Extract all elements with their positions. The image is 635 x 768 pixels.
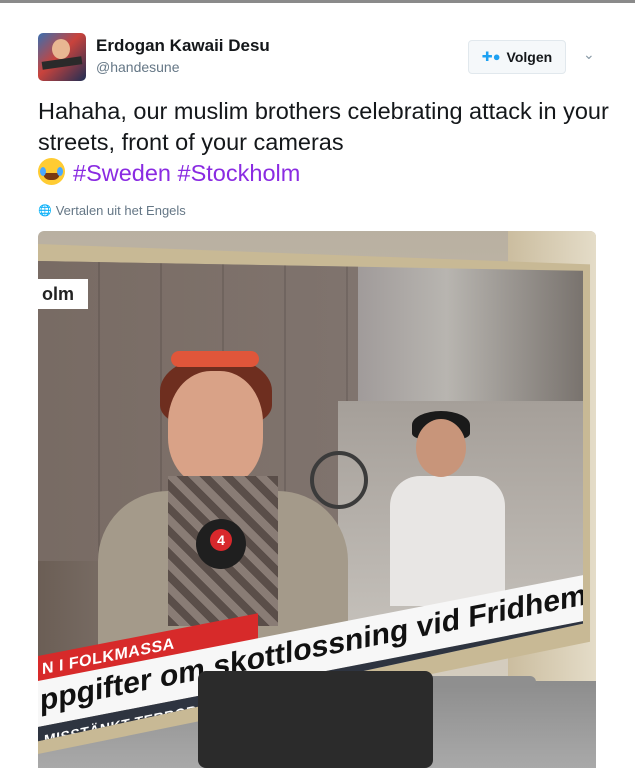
avatar-object bbox=[41, 56, 83, 70]
location-label: olm bbox=[38, 279, 88, 309]
boy-body bbox=[390, 476, 505, 606]
globe-icon: 🌐 bbox=[38, 205, 52, 217]
chevron-down-icon[interactable]: ⌄ bbox=[583, 46, 595, 63]
face-with-tears-of-joy-icon bbox=[38, 158, 65, 185]
tv-stand-foot bbox=[426, 676, 536, 688]
translate-link[interactable]: 🌐 Vertalen uit het Engels bbox=[38, 203, 186, 218]
tweet-body: Hahaha, our muslim brothers celebrating … bbox=[38, 98, 609, 155]
microphone-icon: 4 bbox=[196, 519, 246, 569]
boy-face bbox=[416, 419, 466, 477]
mic-logo: 4 bbox=[210, 529, 232, 551]
tweet-media-photo[interactable]: 4 olm N I FOLKMASSA ppgifter om skottlos… bbox=[38, 231, 596, 768]
author-display-name[interactable]: Erdogan Kawaii Desu bbox=[96, 36, 270, 56]
author-handle[interactable]: @handesune bbox=[96, 59, 180, 75]
avatar[interactable] bbox=[38, 33, 86, 81]
tweet-text: Hahaha, our muslim brothers celebrating … bbox=[38, 96, 618, 189]
add-user-icon: ✚● bbox=[481, 49, 501, 64]
hashtag-stockholm[interactable]: #Stockholm bbox=[178, 160, 301, 186]
avatar-face bbox=[52, 39, 70, 59]
follow-button-label: Volgen bbox=[506, 49, 553, 65]
hashtag-sweden[interactable]: #Sweden bbox=[73, 160, 171, 186]
tv-stand bbox=[198, 671, 433, 768]
reporter-sunglasses bbox=[171, 351, 259, 367]
reporter-face bbox=[168, 371, 263, 486]
top-border bbox=[0, 0, 635, 3]
follow-button[interactable]: ✚● Volgen bbox=[468, 40, 566, 74]
bicycle-wheel bbox=[310, 451, 368, 509]
translate-link-label: Vertalen uit het Engels bbox=[55, 203, 186, 218]
